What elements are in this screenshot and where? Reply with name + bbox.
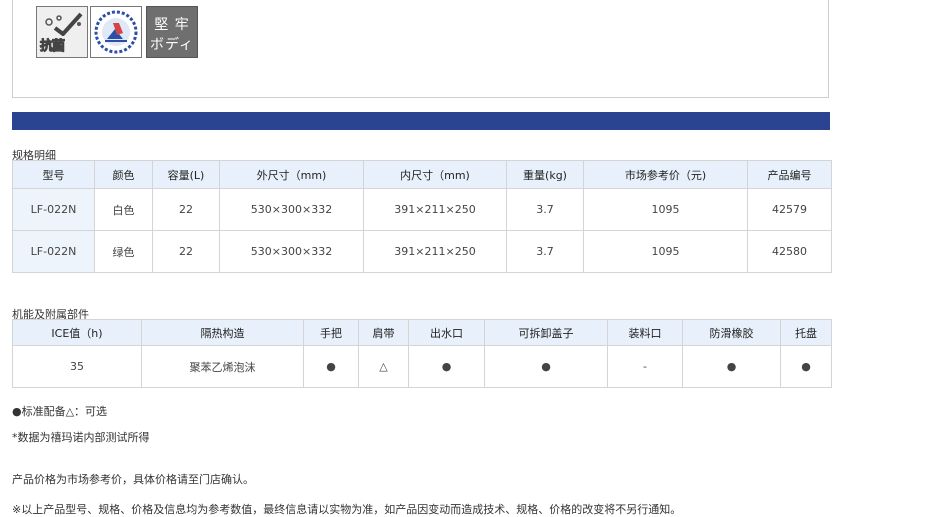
antibacterial-label: 抗菌 <box>39 39 65 55</box>
feature-header-drain: 出水口 <box>408 319 485 346</box>
table-row: 35 聚苯乙烯泡沫 ● △ ● ● - ● ● <box>12 345 832 388</box>
seal-logo-icon <box>94 10 138 54</box>
spec-cell: 白色 <box>94 188 153 231</box>
spec-header-weight: 重量(kg) <box>506 160 584 189</box>
spec-header-product-code: 产品编号 <box>747 160 832 189</box>
spec-header-row: 型号 颜色 容量(L) 外尺寸（mm) 内尺寸（mm) 重量(kg) 市场参考价… <box>12 160 832 189</box>
legend-note: ●标准配备△：可选 <box>12 405 108 418</box>
feature-header-row: ICE值（h) 隔热构造 手把 肩带 出水口 可拆卸盖子 装料口 防滑橡胶 托盘 <box>12 319 832 346</box>
feature-cell: ● <box>303 345 359 388</box>
table-row: LF-022N 白色 22 530×300×332 391×211×250 3.… <box>12 188 832 231</box>
spec-header-inner-size: 内尺寸（mm) <box>363 160 507 189</box>
feature-table: ICE值（h) 隔热构造 手把 肩带 出水口 可拆卸盖子 装料口 防滑橡胶 托盘… <box>12 319 832 388</box>
spec-cell: 1095 <box>583 230 748 273</box>
sturdy-body-line2: ボディ <box>149 37 195 53</box>
spec-cell: 391×211×250 <box>363 188 507 231</box>
antibacterial-icon <box>45 12 83 36</box>
feature-cell: ● <box>682 345 781 388</box>
feature-header-strap: 肩带 <box>358 319 409 346</box>
spec-cell: LF-022N <box>12 230 95 273</box>
section-header-bar <box>12 112 830 130</box>
sturdy-body-badge: 堅 牢 ボディ <box>146 6 198 58</box>
data-source-note: *数据为禧玛诺内部测试所得 <box>12 431 150 444</box>
feature-cell: 聚苯乙烯泡沫 <box>141 345 304 388</box>
spec-cell: 391×211×250 <box>363 230 507 273</box>
feature-header-handle: 手把 <box>303 319 359 346</box>
spec-header-price: 市场参考价（元) <box>583 160 748 189</box>
feature-cell: ● <box>780 345 832 388</box>
feature-header-ice: ICE值（h) <box>12 319 142 346</box>
feature-cell: 35 <box>12 345 142 388</box>
feature-cell: △ <box>358 345 409 388</box>
feature-header-tray: 托盘 <box>780 319 832 346</box>
spec-cell: 22 <box>152 230 220 273</box>
spec-cell: 530×300×332 <box>219 188 364 231</box>
feature-header-loading-port: 装料口 <box>607 319 683 346</box>
feature-cell: ● <box>484 345 608 388</box>
spec-cell: 42579 <box>747 188 832 231</box>
antibacterial-badge: 抗菌 <box>36 6 88 58</box>
price-note: 产品价格为市场参考价，具体价格请至门店确认。 <box>12 473 254 486</box>
seal-logo-badge <box>90 6 142 58</box>
spec-cell: 22 <box>152 188 220 231</box>
table-row: LF-022N 绿色 22 530×300×332 391×211×250 3.… <box>12 230 832 273</box>
disclaimer-note: ※以上产品型号、规格、价格及信息均为参考数值，最终信息请以实物为准，如产品因变动… <box>12 503 682 516</box>
spec-header-outer-size: 外尺寸（mm) <box>219 160 364 189</box>
spec-cell: 3.7 <box>506 230 584 273</box>
feature-header-removable-lid: 可拆卸盖子 <box>484 319 608 346</box>
spec-table: 型号 颜色 容量(L) 外尺寸（mm) 内尺寸（mm) 重量(kg) 市场参考价… <box>12 160 832 273</box>
feature-header-insulation: 隔热构造 <box>141 319 304 346</box>
spec-cell: 530×300×332 <box>219 230 364 273</box>
feature-cell: ● <box>408 345 485 388</box>
spec-header-model: 型号 <box>12 160 95 189</box>
spec-cell: LF-022N <box>12 188 95 231</box>
spec-header-capacity: 容量(L) <box>152 160 220 189</box>
spec-cell: 3.7 <box>506 188 584 231</box>
spec-cell: 42580 <box>747 230 832 273</box>
feature-header-anti-slip: 防滑橡胶 <box>682 319 781 346</box>
feature-cell: - <box>607 345 683 388</box>
spec-cell: 绿色 <box>94 230 153 273</box>
sturdy-body-line1: 堅 牢 <box>154 17 190 33</box>
spec-header-color: 颜色 <box>94 160 153 189</box>
spec-cell: 1095 <box>583 188 748 231</box>
